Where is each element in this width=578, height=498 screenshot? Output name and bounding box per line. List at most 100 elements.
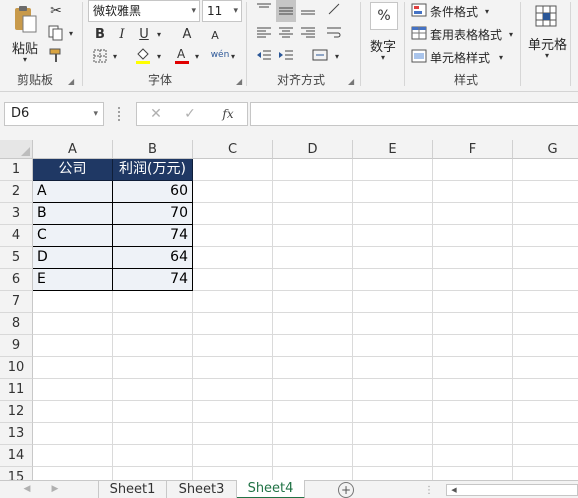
bold-button[interactable]: B xyxy=(90,24,110,44)
align-top-icon[interactable] xyxy=(254,0,274,18)
chevron-down-icon[interactable]: ▾ xyxy=(191,1,196,21)
row-header[interactable]: 12 xyxy=(0,401,33,423)
phonetic-dropdown-icon[interactable]: ▾ xyxy=(228,48,238,64)
percent-icon[interactable]: % xyxy=(370,2,398,30)
table-cell-company[interactable]: C xyxy=(33,225,113,247)
grid-cell[interactable] xyxy=(33,357,113,379)
align-center-icon[interactable] xyxy=(276,24,296,42)
table-cell-profit[interactable]: 74 xyxy=(113,269,193,291)
grid-cell[interactable] xyxy=(353,181,433,203)
grid-cell[interactable] xyxy=(513,269,578,291)
font-color-icon[interactable]: A xyxy=(172,44,192,66)
grid-cell[interactable] xyxy=(433,203,513,225)
font-launcher-icon[interactable]: ◢ xyxy=(236,77,242,86)
grid-cell[interactable] xyxy=(193,379,273,401)
grid-cell[interactable] xyxy=(433,357,513,379)
grid-cell[interactable] xyxy=(353,269,433,291)
paste-dropdown-icon[interactable]: ▾ xyxy=(20,54,30,64)
row-header[interactable]: 2 xyxy=(0,181,33,203)
row-header[interactable]: 3 xyxy=(0,203,33,225)
column-header-e[interactable]: E xyxy=(353,140,433,159)
grid-cell[interactable] xyxy=(273,291,353,313)
grid-cell[interactable] xyxy=(113,291,193,313)
grid-cell[interactable] xyxy=(353,291,433,313)
grid-cell[interactable] xyxy=(353,445,433,467)
align-middle-icon[interactable] xyxy=(276,0,296,22)
fill-color-icon[interactable] xyxy=(132,44,154,66)
italic-button[interactable]: I xyxy=(112,24,132,44)
grid-cell[interactable] xyxy=(273,159,353,181)
grid-cell[interactable] xyxy=(193,423,273,445)
chevron-down-icon[interactable]: ▾ xyxy=(93,103,98,125)
row-header[interactable]: 4 xyxy=(0,225,33,247)
formula-input[interactable] xyxy=(250,102,578,126)
grid-cell[interactable] xyxy=(193,401,273,423)
decrease-indent-icon[interactable] xyxy=(254,46,274,64)
grid-cell[interactable] xyxy=(33,467,113,480)
grid-cell[interactable] xyxy=(113,379,193,401)
table-cell-company[interactable]: E xyxy=(33,269,113,291)
column-header-c[interactable]: C xyxy=(193,140,273,159)
table-cell-profit[interactable]: 74 xyxy=(113,225,193,247)
conditional-format-button[interactable]: 条件格式 xyxy=(430,3,478,20)
grid-cell[interactable] xyxy=(433,401,513,423)
grid-cell[interactable] xyxy=(433,159,513,181)
shrink-font-button[interactable]: A xyxy=(206,26,224,44)
row-header[interactable]: 8 xyxy=(0,313,33,335)
align-left-icon[interactable] xyxy=(254,24,274,42)
font-name-combo[interactable]: 微软雅黑 ▾ xyxy=(88,0,200,22)
select-all-button[interactable] xyxy=(0,140,33,159)
grid-cell[interactable] xyxy=(273,247,353,269)
scroll-tabs-left-icon[interactable]: ◀ xyxy=(20,482,34,496)
enter-icon[interactable]: ✓ xyxy=(181,105,199,123)
row-header[interactable]: 11 xyxy=(0,379,33,401)
grid-cell[interactable] xyxy=(513,423,578,445)
grid-cell[interactable] xyxy=(353,401,433,423)
underline-dropdown-icon[interactable]: ▾ xyxy=(154,26,164,42)
grid-cell[interactable] xyxy=(33,335,113,357)
grid-cell[interactable] xyxy=(433,379,513,401)
grid-cell[interactable] xyxy=(193,357,273,379)
cell-styles-button[interactable]: 单元格样式 xyxy=(430,49,490,66)
grid-cell[interactable] xyxy=(193,159,273,181)
grid-cell[interactable] xyxy=(193,335,273,357)
grid-cell[interactable] xyxy=(193,203,273,225)
wrap-text-icon[interactable] xyxy=(324,24,344,42)
grid-cell[interactable] xyxy=(193,181,273,203)
grid-cell[interactable] xyxy=(273,357,353,379)
cancel-icon[interactable]: ✕ xyxy=(147,105,165,123)
grid-cell[interactable] xyxy=(513,313,578,335)
grid-cell[interactable] xyxy=(353,357,433,379)
row-header[interactable]: 14 xyxy=(0,445,33,467)
grid-cell[interactable] xyxy=(33,401,113,423)
grid-cell[interactable] xyxy=(33,291,113,313)
grid-cell[interactable] xyxy=(273,335,353,357)
grid-cell[interactable] xyxy=(273,467,353,480)
row-header[interactable]: 15 xyxy=(0,467,33,480)
merge-center-icon[interactable] xyxy=(310,46,330,64)
grid-cell[interactable] xyxy=(33,313,113,335)
scroll-tabs-right-icon[interactable]: ▶ xyxy=(48,482,62,496)
grid-cell[interactable] xyxy=(353,335,433,357)
grid-cell[interactable] xyxy=(433,335,513,357)
grid-cell[interactable] xyxy=(513,291,578,313)
borders-icon[interactable] xyxy=(90,46,110,66)
table-cell-profit[interactable]: 64 xyxy=(113,247,193,269)
row-header[interactable]: 1 xyxy=(0,159,33,181)
grid-cell[interactable] xyxy=(353,423,433,445)
grid-cell[interactable] xyxy=(353,313,433,335)
font-size-combo[interactable]: 11 ▾ xyxy=(202,0,242,22)
column-header-f[interactable]: F xyxy=(433,140,513,159)
grid-cell[interactable] xyxy=(113,357,193,379)
drag-handle-icon[interactable] xyxy=(118,107,121,121)
grid-cell[interactable] xyxy=(193,269,273,291)
grid-cell[interactable] xyxy=(353,379,433,401)
grid-cell[interactable] xyxy=(113,313,193,335)
grid-cell[interactable] xyxy=(433,423,513,445)
grid-cell[interactable] xyxy=(273,181,353,203)
grid-cell[interactable] xyxy=(353,247,433,269)
font-color-dropdown-icon[interactable]: ▾ xyxy=(192,48,202,64)
insert-function-icon[interactable]: fx xyxy=(217,105,239,123)
increase-indent-icon[interactable] xyxy=(276,46,296,64)
grid-cell[interactable] xyxy=(273,225,353,247)
